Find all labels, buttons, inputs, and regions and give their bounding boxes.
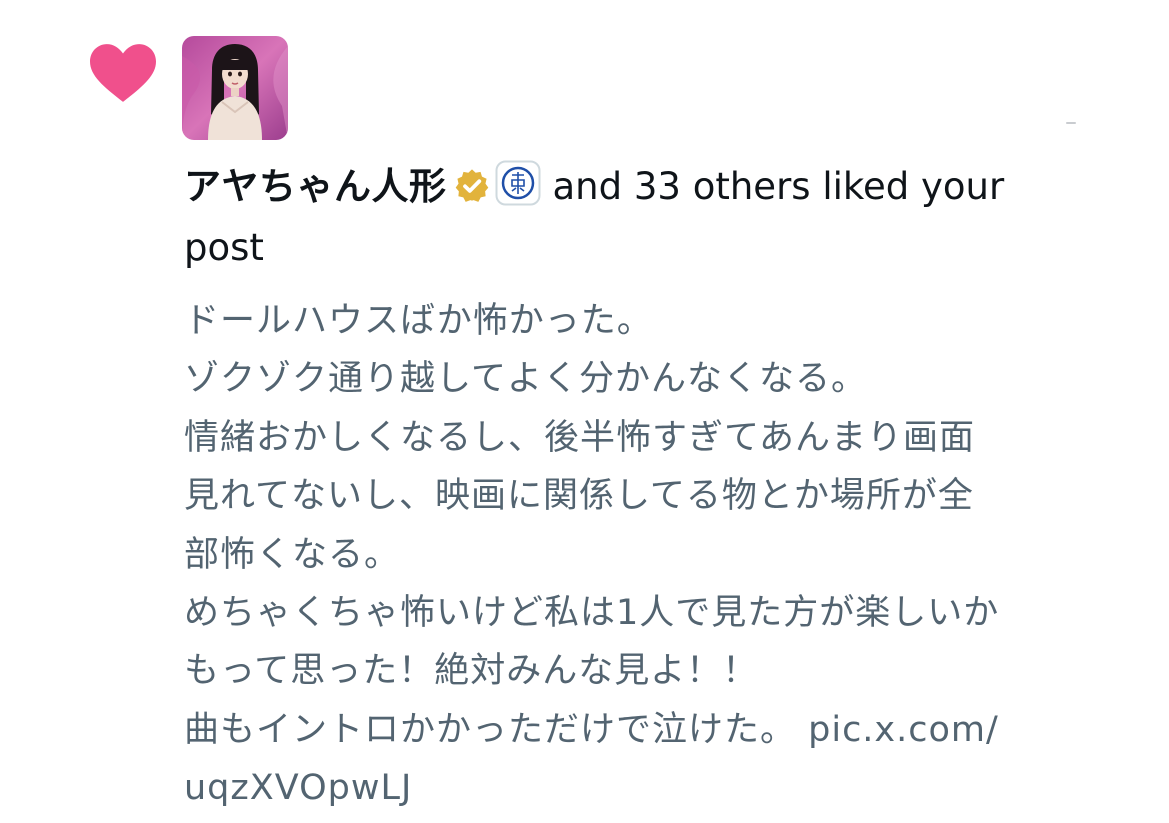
post-line: ゾクゾク通り越してよく分かんなくなる。 bbox=[184, 359, 867, 400]
action-text-continued: post bbox=[184, 226, 264, 269]
post-line: 部怖くなる。 bbox=[184, 534, 401, 575]
post-text[interactable]: ドールハウスばか怖かった。 ゾクゾク通り越してよく分かんなくなる。 情緒おかしく… bbox=[184, 292, 1134, 818]
heart-icon bbox=[90, 44, 156, 102]
user-avatar[interactable] bbox=[182, 36, 288, 140]
toho-affiliate-icon[interactable] bbox=[495, 160, 541, 221]
user-name[interactable]: アヤちゃん人形 bbox=[184, 165, 447, 208]
post-line-with-link[interactable]: 曲もイントロかかっただけで泣けた。 pic.x.com/ bbox=[184, 701, 1134, 759]
post-line: 見れてないし、映画に関係してる物とか場所が全 bbox=[184, 476, 974, 517]
notification-headline: アヤちゃん人形 and 33 others liked your post bbox=[184, 160, 1124, 275]
post-line: めちゃくちゃ怖いけど私は1人で見た方が楽しいか bbox=[184, 593, 1000, 634]
post-line: ドールハウスばか怖かった。 bbox=[184, 301, 653, 341]
action-text: and 33 others liked your bbox=[552, 165, 1005, 208]
post-line: 情緒おかしくなるし、後半怖すぎてあんまり画面 bbox=[184, 417, 975, 458]
like-notification[interactable]: アヤちゃん人形 and 33 others liked your post ドール… bbox=[0, 0, 1169, 823]
post-line: もって思った！絶対みんな見よ！！ bbox=[184, 651, 759, 692]
post-link[interactable]: uqzXVOpwLJ bbox=[184, 759, 1134, 817]
more-options-button[interactable] bbox=[1066, 122, 1076, 124]
verified-gold-badge-icon bbox=[453, 166, 491, 220]
